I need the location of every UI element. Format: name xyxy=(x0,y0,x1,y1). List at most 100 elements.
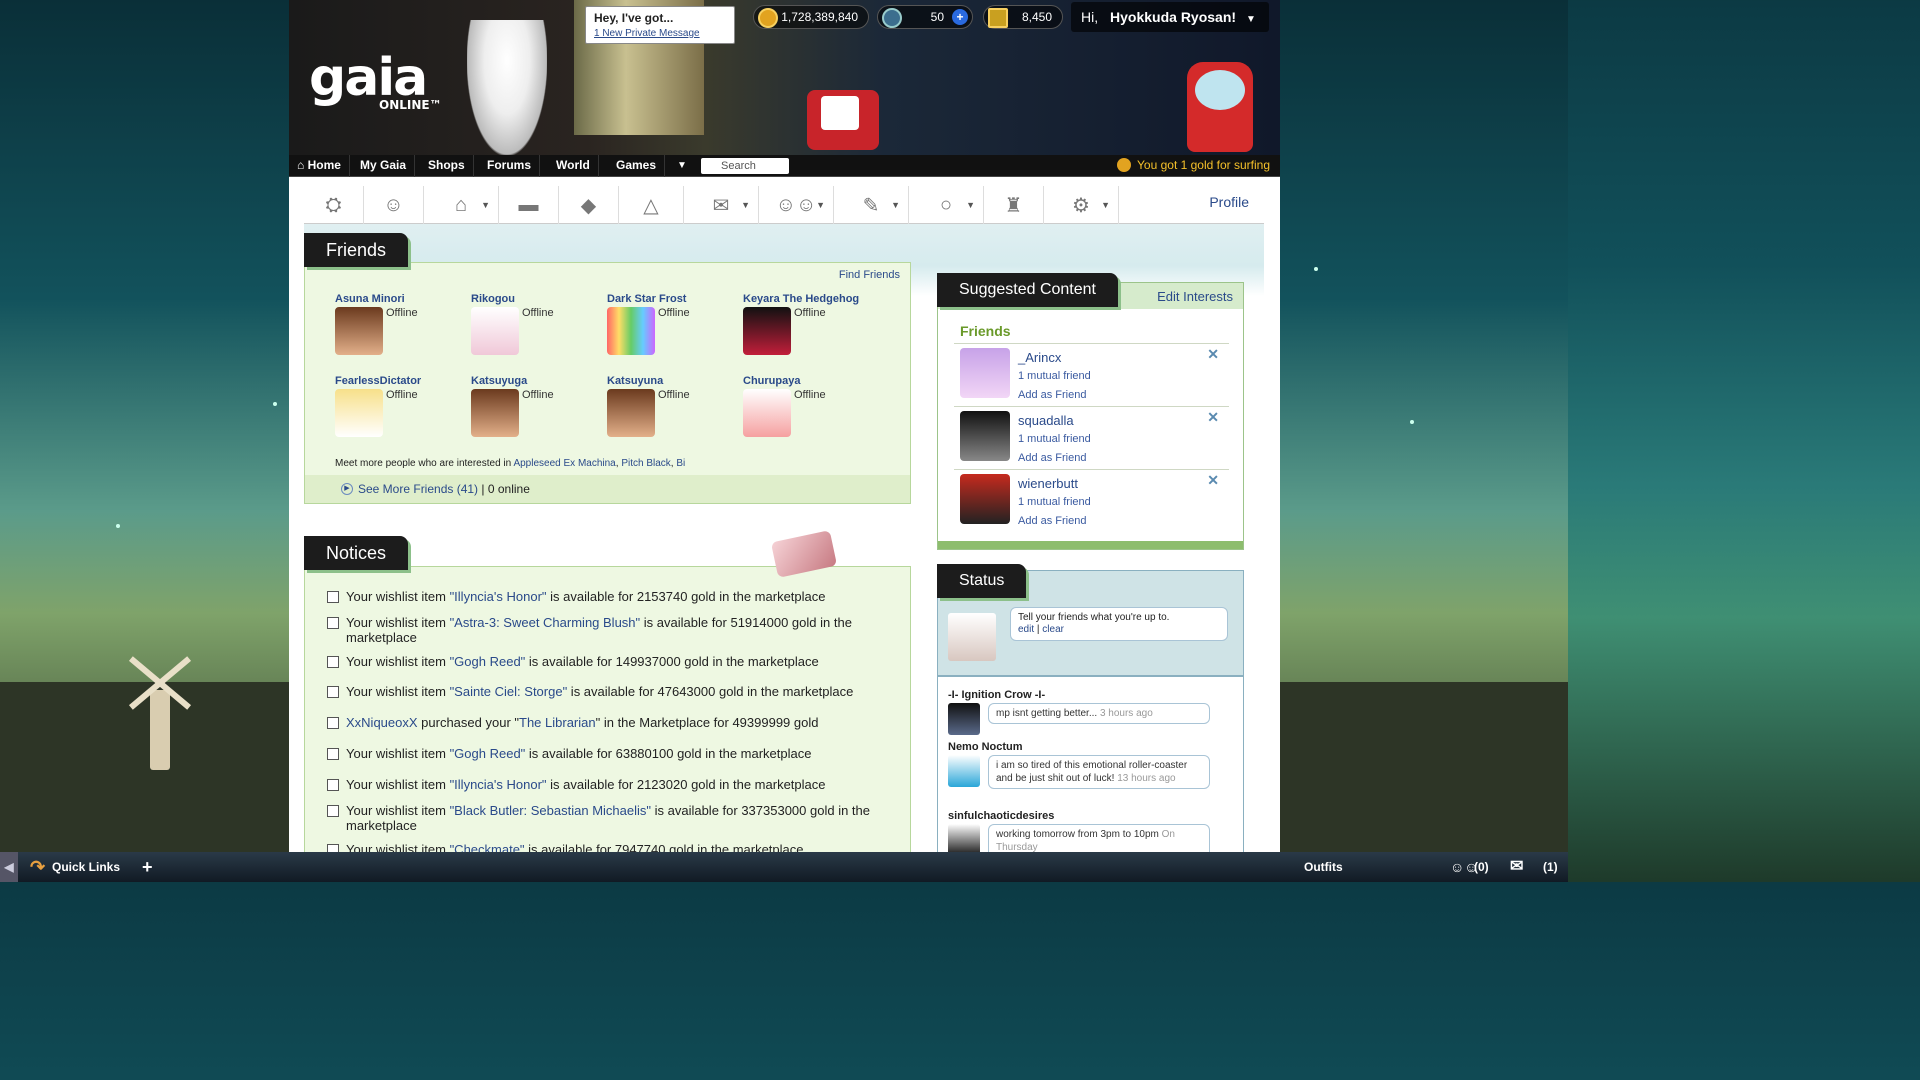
gaia-logo[interactable]: gaia ONLINE™ xyxy=(309,48,442,112)
suggested-avatar[interactable] xyxy=(960,474,1010,524)
chevron-down-icon[interactable]: ▼ xyxy=(966,200,975,210)
notice-link[interactable]: "Checkmate" xyxy=(450,842,525,852)
notice-checkbox[interactable] xyxy=(327,686,339,698)
friend-name[interactable]: Churupaya xyxy=(743,375,873,387)
own-avatar[interactable] xyxy=(948,613,996,661)
friend-avatar[interactable] xyxy=(471,307,519,355)
friend-name[interactable]: Keyara The Hedgehog xyxy=(743,293,903,305)
add-friend-link[interactable]: Add as Friend xyxy=(1018,389,1086,401)
status-user-name[interactable]: Nemo Noctum xyxy=(948,741,1023,753)
status-user-avatar[interactable] xyxy=(948,703,980,735)
notice-checkbox[interactable] xyxy=(327,591,339,603)
user-avatar[interactable] xyxy=(467,20,547,155)
mutual-friend-link[interactable]: 1 mutual friend xyxy=(1018,496,1091,508)
notice-checkbox[interactable] xyxy=(327,617,339,629)
new-message-link[interactable]: 1 New Private Message xyxy=(594,28,700,39)
friend-card[interactable]: Dark Star Frost Offline xyxy=(607,293,737,363)
mail-icon[interactable]: ✉ xyxy=(1510,852,1523,882)
outfits-button[interactable]: Outfits xyxy=(1304,852,1343,882)
notice-link[interactable]: "Sainte Ciel: Storge" xyxy=(450,684,568,699)
notice-link[interactable]: "Illyncia's Honor" xyxy=(450,589,547,604)
messages-count[interactable]: (1) xyxy=(1543,852,1558,882)
fish-icon[interactable]: ◆ xyxy=(559,186,619,224)
friend-name[interactable]: Rikogou xyxy=(471,293,601,305)
friend-card[interactable]: Rikogou Offline xyxy=(471,293,601,363)
status-input[interactable]: Tell your friends what you're up to. edi… xyxy=(1010,607,1228,641)
chevron-down-icon[interactable]: ▼ xyxy=(481,200,490,210)
car-icon[interactable]: ▬ xyxy=(499,186,559,224)
status-user-avatar[interactable] xyxy=(948,755,980,787)
status-edit-link[interactable]: edit xyxy=(1018,624,1034,635)
chevron-down-icon[interactable]: ▼ xyxy=(741,200,750,210)
edit-interests-link[interactable]: Edit Interests xyxy=(1157,289,1233,304)
gear-icon[interactable]: ⚙ ▼ xyxy=(1044,186,1119,224)
status-user-name[interactable]: sinfulchaoticdesires xyxy=(948,810,1054,822)
suggested-avatar[interactable] xyxy=(960,348,1010,398)
chevron-down-icon[interactable]: ▼ xyxy=(891,200,900,210)
gold-counter[interactable]: 1,728,389,840 xyxy=(753,5,869,29)
friend-avatar[interactable] xyxy=(335,389,383,437)
gaia-cash-counter[interactable]: 50 + xyxy=(877,5,973,29)
notice-link[interactable]: "Gogh Reed" xyxy=(450,654,526,669)
nav-shops[interactable]: Shops xyxy=(420,155,474,177)
close-icon[interactable]: ✕ xyxy=(1207,472,1219,489)
notice-checkbox[interactable] xyxy=(327,748,339,760)
status-user-avatar[interactable] xyxy=(948,824,980,852)
see-more-friends-link[interactable]: See More Friends (41) xyxy=(358,482,478,496)
friend-avatar[interactable] xyxy=(607,307,655,355)
interest-link[interactable]: Bi xyxy=(676,458,685,469)
suggested-name[interactable]: wienerbutt xyxy=(1018,476,1078,491)
friend-name[interactable]: FearlessDictator xyxy=(335,375,465,387)
notice-link[interactable]: The Librarian xyxy=(519,715,596,730)
search-input[interactable]: Search xyxy=(701,158,789,174)
add-friend-link[interactable]: Add as Friend xyxy=(1018,452,1086,464)
profile-link[interactable]: Profile xyxy=(1209,194,1249,210)
tv-icon[interactable] xyxy=(807,90,879,150)
add-friend-link[interactable]: Add as Friend xyxy=(1018,515,1086,527)
nav-forums[interactable]: Forums xyxy=(479,155,541,177)
close-icon[interactable]: ✕ xyxy=(1207,346,1219,363)
friend-card[interactable]: FearlessDictator Offline xyxy=(335,375,465,445)
mutual-friend-link[interactable]: 1 mutual friend xyxy=(1018,433,1091,445)
close-icon[interactable]: ✕ xyxy=(1207,409,1219,426)
nav-games[interactable]: Games xyxy=(608,155,666,177)
notice-link[interactable]: "Illyncia's Honor" xyxy=(450,777,547,792)
collapse-left-icon[interactable]: ◀ xyxy=(0,852,18,882)
play-icon[interactable]: ▶ xyxy=(341,483,353,495)
avatar-icon[interactable]: ☺ xyxy=(364,186,424,224)
nav-more-icon[interactable]: ▼ xyxy=(669,155,695,177)
find-friends-link[interactable]: Find Friends xyxy=(839,269,900,281)
quick-links-button[interactable]: Quick Links xyxy=(52,852,120,882)
suggested-name[interactable]: squadalla xyxy=(1018,413,1074,428)
friend-name[interactable]: Katsuyuga xyxy=(471,375,601,387)
nav-home[interactable]: ⌂ Home xyxy=(289,155,350,177)
status-clear-link[interactable]: clear xyxy=(1042,624,1064,635)
notice-link[interactable]: "Black Butler: Sebastian Michaelis" xyxy=(450,803,651,818)
friend-avatar[interactable] xyxy=(335,307,383,355)
add-cash-icon[interactable]: + xyxy=(952,9,968,25)
friend-card[interactable]: Asuna Minori Offline xyxy=(335,293,465,363)
notice-user-link[interactable]: XxNiqueoxX xyxy=(346,715,418,730)
notice-checkbox[interactable] xyxy=(327,717,339,729)
journal-icon[interactable]: ✎ ▼ xyxy=(834,186,909,224)
friend-avatar[interactable] xyxy=(743,389,791,437)
friend-name[interactable]: Dark Star Frost xyxy=(607,293,737,305)
trophy-icon[interactable]: ♜ xyxy=(984,186,1044,224)
nav-world[interactable]: World xyxy=(548,155,599,177)
friend-name[interactable]: Asuna Minori xyxy=(335,293,465,305)
notice-checkbox[interactable] xyxy=(327,779,339,791)
house-icon[interactable]: ⌂ ▼ xyxy=(424,186,499,224)
friend-card[interactable]: Keyara The Hedgehog Offline xyxy=(743,293,903,363)
friend-avatar[interactable] xyxy=(471,389,519,437)
mail-icon[interactable]: ✉ ▼ xyxy=(684,186,759,224)
notice-checkbox[interactable] xyxy=(327,656,339,668)
interest-link[interactable]: Appleseed Ex Machina xyxy=(513,458,615,469)
notice-checkbox[interactable] xyxy=(327,805,339,817)
user-greeting[interactable]: Hi, Hyokkuda Ryosan! ▼ xyxy=(1071,2,1269,32)
status-user-name[interactable]: -I- Ignition Crow -I- xyxy=(948,689,1045,701)
notice-checkbox[interactable] xyxy=(327,844,339,852)
friend-card[interactable]: Churupaya Offline xyxy=(743,375,873,445)
gumball-machine-icon[interactable] xyxy=(1187,62,1253,152)
notice-link[interactable]: "Gogh Reed" xyxy=(450,746,526,761)
friend-avatar[interactable] xyxy=(607,389,655,437)
